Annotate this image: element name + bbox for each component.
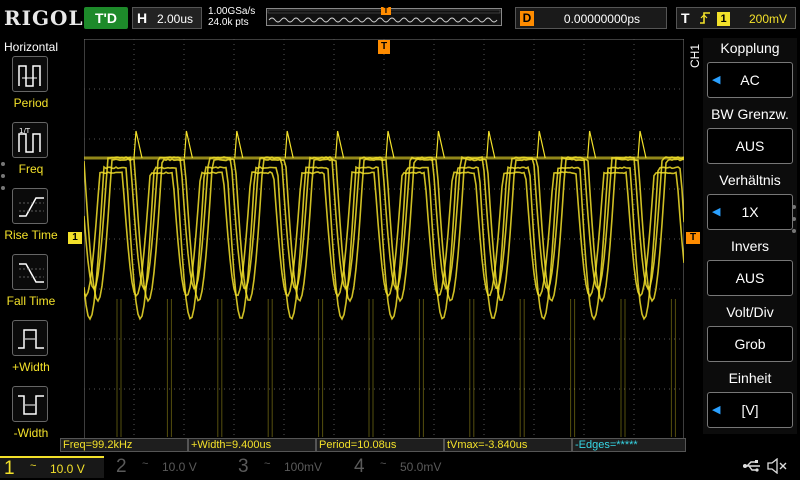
ac-coupling-icon: ~ [264, 458, 270, 470]
volts-div-value: Grob [708, 336, 792, 352]
channel-1-scale: 10.0 V [50, 462, 85, 476]
timebase-display[interactable]: H 2.00us [132, 7, 202, 29]
channel-3-scale: 100mV [284, 460, 322, 474]
volts-div-menu-item[interactable]: Volt/Div Grob [703, 302, 797, 368]
trigger-level-value: 200mV [749, 12, 787, 26]
memory-depth: 24.0k pts [208, 17, 255, 28]
timebase-key: H [137, 10, 147, 26]
measure-negative-width-button[interactable]: -Width [0, 386, 62, 450]
volts-div-title: Volt/Div [703, 304, 797, 320]
status-bar: RIGOL T'D H 2.00us 1.00GSa/s 24.0k pts T… [0, 0, 800, 36]
channel-3-number: 3 [238, 456, 249, 478]
channel-3-button[interactable]: 3 ~ 100mV [234, 456, 344, 478]
unit-value-box[interactable]: ◀ [V] [707, 392, 793, 428]
channel-menu-label: CH1 [688, 44, 702, 68]
trigger-status-badge: T'D [84, 7, 128, 29]
delay-value: 0.00000000ps [564, 12, 640, 26]
measure-frequency-button[interactable]: 1/T Freq [0, 122, 62, 186]
measurement-period: Period=10.08us [316, 438, 444, 452]
bandwidth-limit-menu-item[interactable]: BW Grenzw. AUS [703, 104, 797, 170]
rise-time-icon [12, 188, 48, 224]
timebase-value: 2.00us [157, 12, 193, 26]
invert-value: AUS [708, 270, 792, 286]
memory-overview-bar: T [266, 8, 502, 26]
measure-frequency-label: Freq [0, 162, 62, 176]
measurement-time-at-vmax: tVmax=-3.840us [444, 438, 572, 452]
measure-rise-time-button[interactable]: Rise Time [0, 188, 62, 252]
measure-menu-title: Horizontal [4, 40, 58, 54]
unit-title: Einheit [703, 370, 797, 386]
measure-fall-time-label: Fall Time [0, 294, 62, 308]
channel-1-button[interactable]: 1 ~ 10.0 V [0, 456, 104, 478]
negative-width-icon [12, 386, 48, 422]
channel-4-number: 4 [354, 456, 365, 478]
measurement-negative-edges: -Edges=***** [572, 438, 686, 452]
probe-ratio-menu-item[interactable]: Verhältnis ◀ 1X [703, 170, 797, 236]
delay-display[interactable]: D 0.00000000ps [515, 7, 667, 29]
trigger-display[interactable]: T 1 200mV [676, 7, 796, 29]
measure-menu: Horizontal Period 1/T Freq Rise Time Fal… [0, 38, 62, 438]
right-menu-page-dots [792, 205, 796, 241]
measure-period-label: Period [0, 96, 62, 110]
probe-ratio-title: Verhältnis [703, 172, 797, 188]
channel-4-scale: 50.0mV [400, 460, 441, 474]
frequency-icon: 1/T [12, 122, 48, 158]
unit-value: [V] [708, 402, 792, 418]
fall-time-icon [12, 254, 48, 290]
channel-bar: 1 ~ 10.0 V 2 ~ 10.0 V 3 ~ 100mV 4 ~ 50.0… [0, 453, 800, 480]
trigger-key: T [681, 10, 690, 26]
trigger-source-channel: 1 [717, 12, 730, 26]
coupling-value-box[interactable]: ◀ AC [707, 62, 793, 98]
probe-ratio-value: 1X [708, 204, 792, 220]
coupling-title: Kopplung [703, 40, 797, 56]
speaker-muted-icon[interactable] [766, 458, 788, 474]
ac-coupling-icon: ~ [142, 458, 148, 470]
bandwidth-limit-value: AUS [708, 138, 792, 154]
coupling-menu-item[interactable]: Kopplung ◀ AC [703, 38, 797, 104]
left-menu-page-dots [1, 162, 7, 198]
probe-ratio-value-box[interactable]: ◀ 1X [707, 194, 793, 230]
bandwidth-limit-value-box[interactable]: AUS [707, 128, 793, 164]
acquisition-info: 1.00GSa/s 24.0k pts [208, 6, 255, 28]
coupling-value: AC [708, 72, 792, 88]
memory-trigger-marker: T [381, 7, 391, 15]
ac-coupling-icon: ~ [30, 460, 36, 472]
invert-value-box[interactable]: AUS [707, 260, 793, 296]
channel-2-scale: 10.0 V [162, 460, 197, 474]
ac-coupling-icon: ~ [380, 458, 386, 470]
channel-2-button[interactable]: 2 ~ 10.0 V [112, 456, 222, 478]
measure-positive-width-button[interactable]: +Width [0, 320, 62, 384]
usb-icon [742, 459, 762, 473]
measurement-positive-width: +Width=9.400us [188, 438, 316, 452]
measurement-frequency: Freq=99.2kHz [60, 438, 188, 452]
invert-menu-item[interactable]: Invers AUS [703, 236, 797, 302]
measure-rise-time-label: Rise Time [0, 228, 62, 242]
measure-negative-width-label: -Width [0, 426, 62, 440]
svg-text:1/T: 1/T [19, 127, 31, 135]
rising-edge-icon [699, 10, 711, 29]
unit-menu-item[interactable]: Einheit ◀ [V] [703, 368, 797, 434]
channel-2-number: 2 [116, 456, 127, 478]
delay-key: D [520, 11, 534, 26]
waveform-display[interactable] [84, 39, 684, 439]
brand-logo: RIGOL [4, 6, 84, 30]
measure-period-button[interactable]: Period [0, 56, 62, 120]
ch1-offset-marker[interactable]: 1 [68, 232, 82, 244]
volts-div-value-box[interactable]: Grob [707, 326, 793, 362]
measure-fall-time-button[interactable]: Fall Time [0, 254, 62, 318]
trigger-position-marker[interactable]: T [378, 40, 390, 54]
trigger-level-marker[interactable]: T [686, 232, 700, 244]
invert-title: Invers [703, 238, 797, 254]
measure-positive-width-label: +Width [0, 360, 62, 374]
channel-1-number: 1 [4, 458, 15, 480]
bandwidth-limit-title: BW Grenzw. [703, 106, 797, 122]
measurement-results: Freq=99.2kHz +Width=9.400us Period=10.08… [60, 438, 686, 452]
positive-width-icon [12, 320, 48, 356]
period-icon [12, 56, 48, 92]
sample-rate: 1.00GSa/s [208, 6, 255, 17]
channel-4-button[interactable]: 4 ~ 50.0mV [350, 456, 460, 478]
